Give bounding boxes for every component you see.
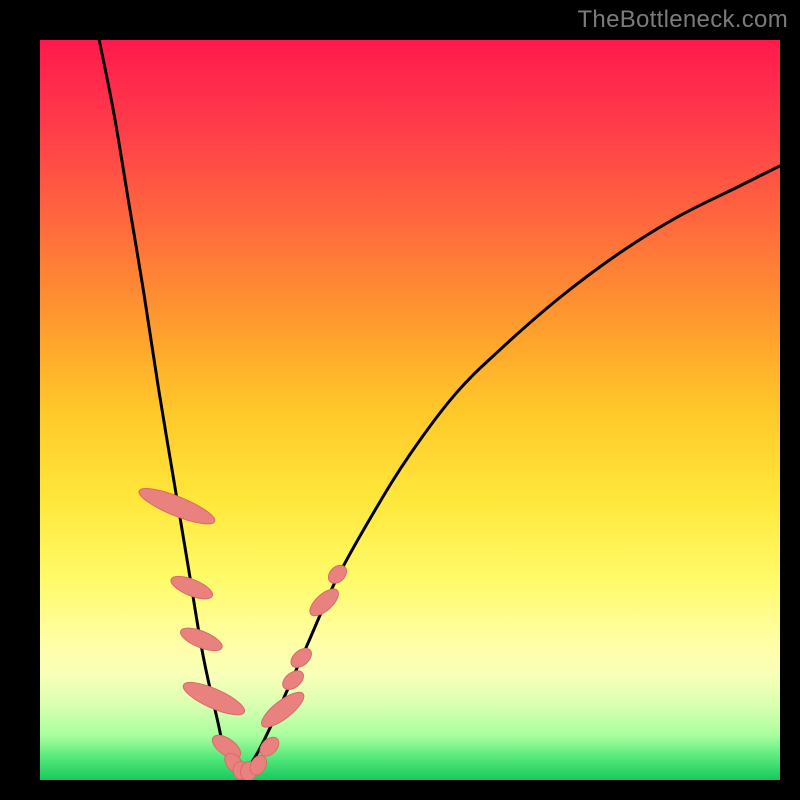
data-point [168, 572, 215, 604]
chart-frame: TheBottleneck.com [0, 0, 800, 800]
data-point [247, 753, 270, 778]
data-point [178, 624, 225, 656]
data-point [180, 676, 249, 721]
data-point [325, 562, 350, 587]
data-point [233, 762, 248, 780]
data-point [279, 667, 307, 693]
plot-area [40, 40, 780, 780]
watermark-text: TheBottleneck.com [577, 6, 788, 34]
curve-group [99, 40, 780, 773]
data-point [239, 760, 258, 780]
chart-svg [40, 40, 780, 780]
data-point [287, 645, 315, 672]
data-point [256, 734, 282, 760]
bottleneck-curve [99, 40, 780, 773]
data-point [306, 584, 343, 620]
data-point [136, 482, 219, 530]
data-point [221, 750, 247, 777]
data-point [257, 687, 309, 733]
data-point [208, 731, 244, 763]
data-points-group [136, 482, 351, 780]
